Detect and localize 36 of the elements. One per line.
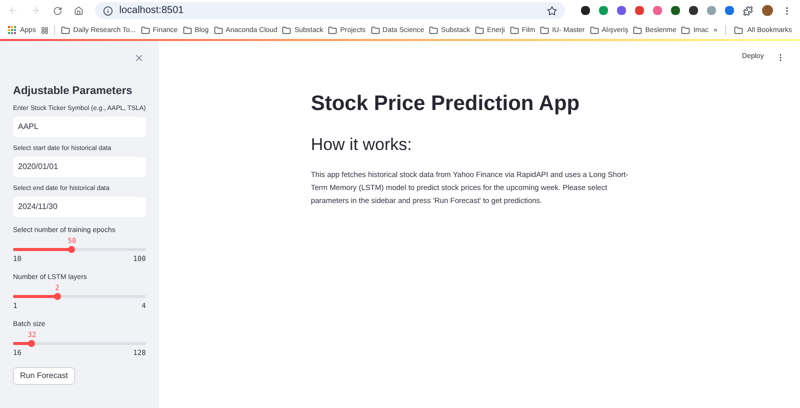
home-icon[interactable] — [74, 6, 84, 16]
profile-avatar[interactable] — [762, 5, 773, 16]
input-field[interactable]: 2020/01/01 — [13, 157, 146, 177]
puzzle-icon[interactable] — [743, 6, 753, 16]
folder-icon — [140, 26, 150, 34]
address-bar[interactable]: localhost:8501 — [95, 2, 565, 19]
reload-icon[interactable] — [52, 6, 62, 16]
input-field[interactable]: AAPL — [13, 117, 146, 137]
folder-icon — [214, 26, 223, 34]
input-field[interactable]: 2024/11/30 — [13, 197, 146, 217]
folder-icon — [510, 26, 519, 34]
folder-icon — [328, 26, 338, 34]
site-info-icon[interactable] — [103, 6, 114, 16]
tab-groups-icon[interactable] — [40, 26, 48, 34]
slider-thumb[interactable] — [68, 246, 76, 253]
section-heading: How it works: — [310, 134, 413, 156]
folder-icon — [633, 26, 642, 34]
page-title: Stock Price Prediction App — [310, 90, 581, 116]
folder-icon — [540, 26, 550, 34]
folder-icon — [474, 26, 484, 34]
close-icon[interactable] — [134, 53, 144, 63]
folder-icon — [370, 26, 380, 34]
folder-icon — [734, 26, 744, 34]
folder-icon — [429, 26, 438, 34]
slider-thumb[interactable] — [28, 340, 36, 347]
run-forecast-button[interactable]: Run Forecast — [13, 367, 76, 385]
folder-icon — [182, 26, 192, 34]
url-text: localhost:8501 — [119, 4, 185, 18]
folder-icon — [590, 26, 599, 34]
sidebar-title: Adjustable Parameters — [13, 85, 134, 98]
folder-icon — [681, 26, 690, 34]
folder-icon — [282, 26, 292, 34]
apps-grid-icon — [8, 26, 17, 34]
folder-icon — [61, 26, 70, 34]
star-icon[interactable] — [547, 6, 557, 16]
slider-thumb[interactable] — [54, 293, 61, 300]
